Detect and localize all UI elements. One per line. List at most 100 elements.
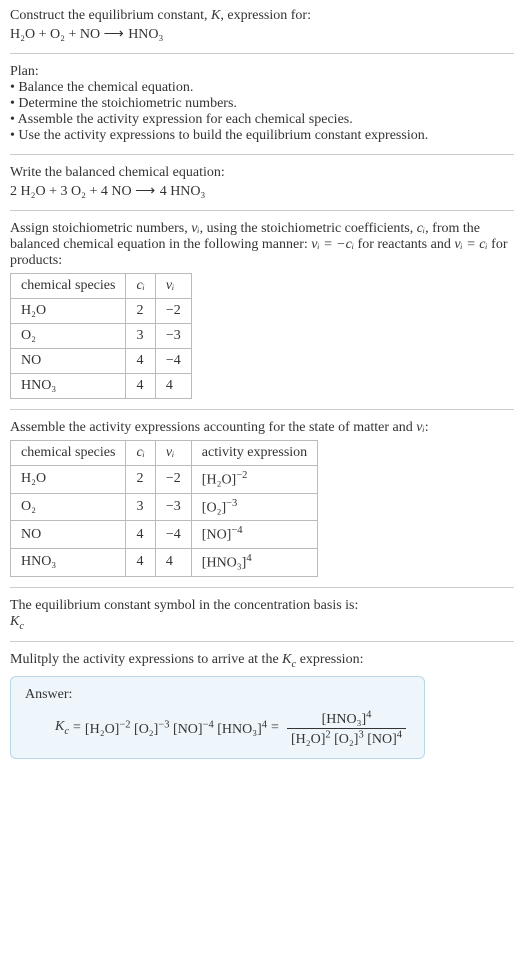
stoich-text: Assign stoichiometric numbers, νᵢ, using… (10, 221, 514, 269)
table-header-row: chemical species cᵢ νᵢ activity expressi… (11, 441, 318, 466)
table-header-row: chemical species cᵢ νᵢ (11, 274, 192, 299)
col-nu: νᵢ (155, 274, 191, 299)
term: [NO]4 (367, 732, 402, 747)
term-base: [O₂] (134, 722, 158, 737)
term-exp: 2 (325, 729, 330, 740)
prompt-section: Construct the equilibrium constant, K, e… (10, 8, 514, 54)
stoich-text-b: , using the stoichiometric coefficients, (200, 221, 417, 236)
cell-activity: [NO]−4 (191, 521, 317, 549)
cell-species: H₂O (11, 466, 126, 494)
multiply-kc-K: K (282, 652, 291, 667)
answer-fraction: [HNO₃]4 [H₂O]2 [O₂]3 [NO]4 (287, 709, 406, 747)
multiply-kc: Kc (282, 652, 296, 667)
answer-label: Answer: (25, 687, 410, 703)
cell-species: NO (11, 521, 126, 549)
table-row: HNO₃ 4 4 [HNO₃]4 (11, 548, 318, 576)
stoich-relation-products: νᵢ = cᵢ (454, 237, 487, 252)
cell-ci: 4 (126, 548, 155, 576)
table-row: O₂ 3 −3 (11, 324, 192, 349)
act-exp: 4 (246, 553, 251, 564)
term-base: [HNO₃] (217, 722, 262, 737)
term-exp: 3 (358, 729, 363, 740)
stoich-ci: cᵢ (417, 221, 425, 236)
cell-nu: 4 (155, 374, 191, 399)
cell-ci: 3 (126, 324, 155, 349)
act-base: [H₂O] (202, 473, 236, 488)
cell-ci: 4 (126, 374, 155, 399)
answer-section: Mulitply the activity expressions to arr… (10, 652, 514, 768)
activity-heading: Assemble the activity expressions accoun… (10, 420, 514, 436)
kc-symbol: Kc (10, 614, 514, 632)
cell-species: O₂ (11, 493, 126, 521)
term: [O₂]3 (334, 732, 364, 747)
cell-nu: 4 (155, 548, 191, 576)
table-row: NO 4 −4 [NO]−4 (11, 521, 318, 549)
act-exp: −4 (231, 525, 242, 536)
term-exp: 4 (397, 729, 402, 740)
kc-symbol-section: The equilibrium constant symbol in the c… (10, 598, 514, 643)
equals-2: = (271, 720, 279, 736)
act-base: [NO] (202, 528, 232, 543)
fraction-denominator: [H₂O]2 [O₂]3 [NO]4 (287, 729, 406, 748)
term-exp: −4 (203, 719, 214, 730)
term-base: [NO] (173, 722, 203, 737)
cell-nu: −4 (155, 521, 191, 549)
stoich-nu: νᵢ (191, 221, 199, 236)
plan-item: Use the activity expressions to build th… (10, 128, 514, 144)
cell-species: H₂O (11, 299, 126, 324)
answer-kc-K: K (55, 719, 64, 734)
term-exp: 4 (262, 719, 267, 730)
reaction-arrow-icon: ⟶ (135, 184, 156, 199)
col-species: chemical species (11, 441, 126, 466)
col-species: chemical species (11, 274, 126, 299)
stoich-section: Assign stoichiometric numbers, νᵢ, using… (10, 221, 514, 410)
col-nu: νᵢ (155, 441, 191, 466)
kc-K: K (10, 614, 19, 629)
stoich-table: chemical species cᵢ νᵢ H₂O 2 −2 O₂ 3 −3 … (10, 273, 192, 399)
cell-nu: −3 (155, 493, 191, 521)
balanced-equation: 2 H₂O + 3 O₂ + 4 NO ⟶ 4 HNO₃ (10, 183, 514, 200)
col-ci: cᵢ (126, 441, 155, 466)
cell-ci: 4 (126, 521, 155, 549)
term: [H₂O]−2 (85, 722, 131, 737)
table-row: HNO₃ 4 4 (11, 374, 192, 399)
answer-product: [H₂O]−2 [O₂]−3 [NO]−4 [HNO₃]4 (85, 719, 267, 738)
prompt-text-a: Construct the equilibrium constant, (10, 8, 211, 23)
term-base: [NO] (367, 732, 397, 747)
term: [NO]−4 (173, 722, 214, 737)
kc-symbol-text: The equilibrium constant symbol in the c… (10, 598, 514, 614)
fraction-numerator: [HNO₃]4 (287, 709, 406, 729)
term-exp: −2 (119, 719, 130, 730)
term-base: [H₂O] (85, 722, 119, 737)
activity-nu: νᵢ (416, 420, 424, 435)
activity-section: Assemble the activity expressions accoun… (10, 420, 514, 588)
cell-species: O₂ (11, 324, 126, 349)
multiply-a: Mulitply the activity expressions to arr… (10, 652, 282, 667)
plan-item: Determine the stoichiometric numbers. (10, 96, 514, 112)
cell-nu: −2 (155, 466, 191, 494)
answer-kc-sub: c (64, 726, 69, 737)
col-activity: activity expression (191, 441, 317, 466)
term-base: [H₂O] (291, 732, 325, 747)
cell-species: HNO₃ (11, 374, 126, 399)
plan-heading: Plan: (10, 64, 514, 80)
reaction-arrow-icon: ⟶ (104, 27, 125, 42)
act-base: [HNO₃] (202, 556, 247, 571)
term: [O₂]−3 (134, 722, 170, 737)
unbalanced-equation: H₂O + O₂ + NO ⟶ HNO₃ (10, 26, 514, 43)
cell-nu: −3 (155, 324, 191, 349)
unbalanced-rhs: HNO₃ (128, 27, 163, 42)
stoich-text-a: Assign stoichiometric numbers, (10, 221, 191, 236)
cell-activity: [HNO₃]4 (191, 548, 317, 576)
balanced-section: Write the balanced chemical equation: 2 … (10, 165, 514, 211)
cell-ci: 2 (126, 299, 155, 324)
cell-nu: −4 (155, 349, 191, 374)
term-exp: −3 (158, 719, 169, 730)
col-ci: cᵢ (126, 274, 155, 299)
cell-species: NO (11, 349, 126, 374)
cell-ci: 4 (126, 349, 155, 374)
equals-1: = (73, 720, 81, 736)
cell-ci: 2 (126, 466, 155, 494)
prompt-K: K (211, 8, 220, 23)
activity-table: chemical species cᵢ νᵢ activity expressi… (10, 440, 318, 577)
